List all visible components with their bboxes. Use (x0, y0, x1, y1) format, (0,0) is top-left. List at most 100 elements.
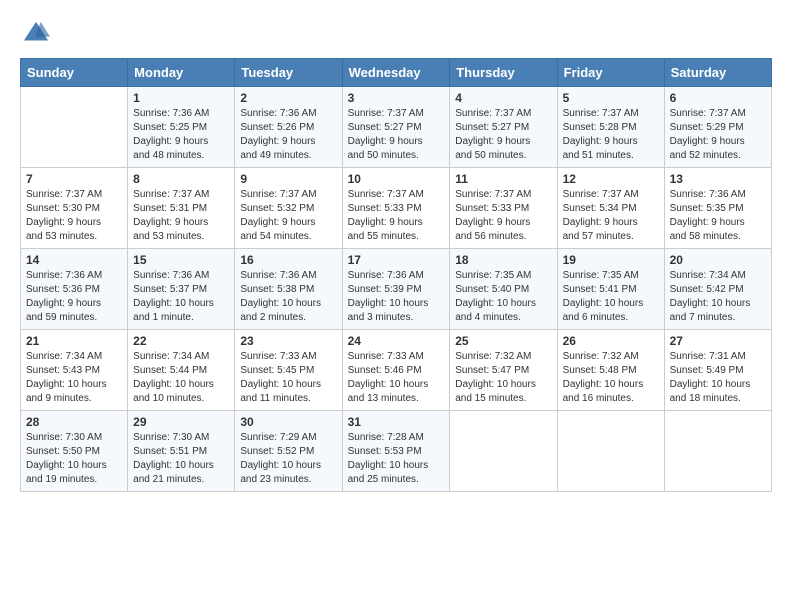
day-info: Sunrise: 7:36 AMSunset: 5:38 PMDaylight:… (240, 269, 336, 325)
logo-icon (22, 20, 50, 48)
calendar-cell: 3 Sunrise: 7:37 AMSunset: 5:27 PMDaylight… (342, 87, 450, 168)
day-header-monday: Monday (128, 59, 235, 87)
day-number: 8 (133, 172, 229, 186)
calendar-cell: 30 Sunrise: 7:29 AMSunset: 5:52 PMDayligh… (235, 411, 342, 492)
day-number: 1 (133, 91, 229, 105)
day-info: Sunrise: 7:34 AMSunset: 5:42 PMDaylight:… (670, 269, 766, 325)
calendar-week-3: 14 Sunrise: 7:36 AMSunset: 5:36 PMDayligh… (21, 249, 772, 330)
calendar-cell: 7 Sunrise: 7:37 AMSunset: 5:30 PMDaylight… (21, 168, 128, 249)
day-info: Sunrise: 7:34 AMSunset: 5:44 PMDaylight:… (133, 350, 229, 406)
day-header-wednesday: Wednesday (342, 59, 450, 87)
calendar-cell: 25Sunrise: 7:32 AMSunset: 5:47 PMDayligh… (450, 330, 557, 411)
day-info: Sunrise: 7:35 AMSunset: 5:41 PMDaylight:… (563, 269, 659, 325)
day-header-friday: Friday (557, 59, 664, 87)
day-info: Sunrise: 7:37 AMSunset: 5:31 PMDaylight:… (133, 188, 229, 244)
day-number: 15 (133, 253, 229, 267)
calendar-cell (450, 411, 557, 492)
calendar-week-2: 7 Sunrise: 7:37 AMSunset: 5:30 PMDaylight… (21, 168, 772, 249)
day-info: Sunrise: 7:36 AMSunset: 5:36 PMDaylight:… (26, 269, 122, 325)
day-header-thursday: Thursday (450, 59, 557, 87)
day-number: 3 (348, 91, 445, 105)
calendar-cell: 21Sunrise: 7:34 AMSunset: 5:43 PMDayligh… (21, 330, 128, 411)
calendar-cell: 12 Sunrise: 7:37 AMSunset: 5:34 PMDayligh… (557, 168, 664, 249)
day-info: Sunrise: 7:30 AMSunset: 5:50 PMDaylight:… (26, 431, 122, 487)
day-number: 19 (563, 253, 659, 267)
day-header-tuesday: Tuesday (235, 59, 342, 87)
day-info: Sunrise: 7:37 AMSunset: 5:30 PMDaylight:… (26, 188, 122, 244)
day-info: Sunrise: 7:32 AMSunset: 5:48 PMDaylight:… (563, 350, 659, 406)
day-info: Sunrise: 7:36 AMSunset: 5:25 PMDaylight:… (133, 107, 229, 163)
logo (20, 20, 50, 48)
day-number: 4 (455, 91, 551, 105)
day-number: 10 (348, 172, 445, 186)
calendar-cell: 18Sunrise: 7:35 AMSunset: 5:40 PMDayligh… (450, 249, 557, 330)
calendar-cell: 6 Sunrise: 7:37 AMSunset: 5:29 PMDaylight… (664, 87, 771, 168)
day-info: Sunrise: 7:31 AMSunset: 5:49 PMDaylight:… (670, 350, 766, 406)
calendar-cell (557, 411, 664, 492)
calendar-body: 1 Sunrise: 7:36 AMSunset: 5:25 PMDaylight… (21, 87, 772, 492)
day-number: 24 (348, 334, 445, 348)
calendar-cell: 11 Sunrise: 7:37 AMSunset: 5:33 PMDayligh… (450, 168, 557, 249)
day-info: Sunrise: 7:34 AMSunset: 5:43 PMDaylight:… (26, 350, 122, 406)
day-number: 13 (670, 172, 766, 186)
calendar-cell (21, 87, 128, 168)
day-number: 11 (455, 172, 551, 186)
calendar-cell: 16 Sunrise: 7:36 AMSunset: 5:38 PMDayligh… (235, 249, 342, 330)
day-info: Sunrise: 7:37 AMSunset: 5:32 PMDaylight:… (240, 188, 336, 244)
day-info: Sunrise: 7:37 AMSunset: 5:27 PMDaylight:… (348, 107, 445, 163)
day-info: Sunrise: 7:36 AMSunset: 5:37 PMDaylight:… (133, 269, 229, 325)
day-info: Sunrise: 7:28 AMSunset: 5:53 PMDaylight:… (348, 431, 445, 487)
day-number: 31 (348, 415, 445, 429)
day-header-saturday: Saturday (664, 59, 771, 87)
day-number: 6 (670, 91, 766, 105)
day-number: 2 (240, 91, 336, 105)
day-number: 14 (26, 253, 122, 267)
day-info: Sunrise: 7:36 AMSunset: 5:26 PMDaylight:… (240, 107, 336, 163)
day-info: Sunrise: 7:37 AMSunset: 5:27 PMDaylight:… (455, 107, 551, 163)
day-number: 27 (670, 334, 766, 348)
calendar-cell: 5 Sunrise: 7:37 AMSunset: 5:28 PMDaylight… (557, 87, 664, 168)
calendar-week-1: 1 Sunrise: 7:36 AMSunset: 5:25 PMDaylight… (21, 87, 772, 168)
day-info: Sunrise: 7:37 AMSunset: 5:29 PMDaylight:… (670, 107, 766, 163)
day-number: 17 (348, 253, 445, 267)
day-info: Sunrise: 7:30 AMSunset: 5:51 PMDaylight:… (133, 431, 229, 487)
calendar-cell: 13 Sunrise: 7:36 AMSunset: 5:35 PMDayligh… (664, 168, 771, 249)
day-number: 16 (240, 253, 336, 267)
calendar-cell: 23 Sunrise: 7:33 AMSunset: 5:45 PMDayligh… (235, 330, 342, 411)
day-info: Sunrise: 7:29 AMSunset: 5:52 PMDaylight:… (240, 431, 336, 487)
day-number: 29 (133, 415, 229, 429)
day-number: 28 (26, 415, 122, 429)
day-info: Sunrise: 7:37 AMSunset: 5:28 PMDaylight:… (563, 107, 659, 163)
day-number: 7 (26, 172, 122, 186)
calendar-cell: 27 Sunrise: 7:31 AMSunset: 5:49 PMDayligh… (664, 330, 771, 411)
calendar-cell: 31 Sunrise: 7:28 AMSunset: 5:53 PMDayligh… (342, 411, 450, 492)
day-number: 12 (563, 172, 659, 186)
day-number: 30 (240, 415, 336, 429)
calendar-cell: 1 Sunrise: 7:36 AMSunset: 5:25 PMDaylight… (128, 87, 235, 168)
calendar-cell: 24Sunrise: 7:33 AMSunset: 5:46 PMDayligh… (342, 330, 450, 411)
calendar-cell: 9Sunrise: 7:37 AMSunset: 5:32 PMDaylight… (235, 168, 342, 249)
calendar-cell: 22 Sunrise: 7:34 AMSunset: 5:44 PMDayligh… (128, 330, 235, 411)
day-number: 22 (133, 334, 229, 348)
page-header (20, 20, 772, 48)
day-info: Sunrise: 7:37 AMSunset: 5:33 PMDaylight:… (348, 188, 445, 244)
calendar-cell: 20Sunrise: 7:34 AMSunset: 5:42 PMDayligh… (664, 249, 771, 330)
calendar-cell: 28 Sunrise: 7:30 AMSunset: 5:50 PMDayligh… (21, 411, 128, 492)
day-header-sunday: Sunday (21, 59, 128, 87)
calendar-week-5: 28 Sunrise: 7:30 AMSunset: 5:50 PMDayligh… (21, 411, 772, 492)
calendar-cell: 29 Sunrise: 7:30 AMSunset: 5:51 PMDayligh… (128, 411, 235, 492)
calendar-cell: 14 Sunrise: 7:36 AMSunset: 5:36 PMDayligh… (21, 249, 128, 330)
day-info: Sunrise: 7:37 AMSunset: 5:34 PMDaylight:… (563, 188, 659, 244)
day-number: 23 (240, 334, 336, 348)
calendar-cell: 10 Sunrise: 7:37 AMSunset: 5:33 PMDayligh… (342, 168, 450, 249)
calendar-cell: 2 Sunrise: 7:36 AMSunset: 5:26 PMDaylight… (235, 87, 342, 168)
day-info: Sunrise: 7:37 AMSunset: 5:33 PMDaylight:… (455, 188, 551, 244)
day-number: 18 (455, 253, 551, 267)
day-info: Sunrise: 7:33 AMSunset: 5:45 PMDaylight:… (240, 350, 336, 406)
calendar-cell: 4 Sunrise: 7:37 AMSunset: 5:27 PMDaylight… (450, 87, 557, 168)
day-info: Sunrise: 7:36 AMSunset: 5:35 PMDaylight:… (670, 188, 766, 244)
day-number: 5 (563, 91, 659, 105)
day-number: 26 (563, 334, 659, 348)
calendar-cell: 8 Sunrise: 7:37 AMSunset: 5:31 PMDaylight… (128, 168, 235, 249)
calendar-header-row: SundayMondayTuesdayWednesdayThursdayFrid… (21, 59, 772, 87)
